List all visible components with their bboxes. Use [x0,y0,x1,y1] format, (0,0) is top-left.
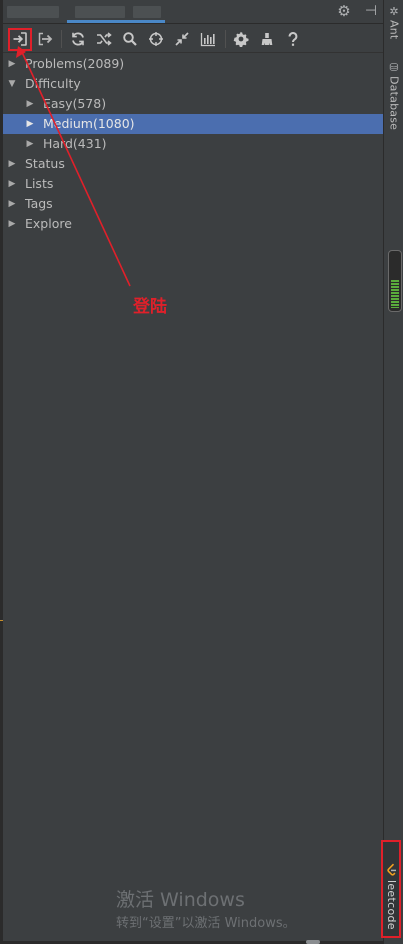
tree-node-label: Explore [25,216,72,231]
tree-node[interactable]: ▶ Explore [3,214,383,234]
tree-node-label: Hard(431) [43,136,107,151]
toolbar-separator [61,30,62,48]
leetcode-tool-window: ⚙ ⊣ ▶ Problems(2089) ▼ Difficulty ▶ Easy… [3,0,383,944]
sign-out-button[interactable] [35,29,55,49]
leetcode-tab-label: leetcode [385,880,398,930]
database-tab-label: Database [387,76,401,131]
tree-node-label: Easy(578) [43,96,107,111]
tree-node-label: Status [25,156,65,171]
tree-node[interactable]: ▶ Easy(578) [3,94,383,114]
tree-node-label: Lists [25,176,54,191]
activation-watermark-subtitle: 转到“设置”以激活 Windows。 [116,916,296,931]
collapsed-arrow-icon[interactable]: ▶ [6,154,18,174]
hide-panel-icon[interactable]: ⊣ [362,2,380,20]
refresh-icon [72,32,84,46]
activation-watermark-title: 激活 Windows [116,889,245,911]
search-button[interactable] [120,29,140,49]
tree-node-label: Difficulty [25,76,81,91]
collapse-icon [175,32,189,46]
ant-tool-tab[interactable]: ✲ Ant [384,5,403,40]
database-icon: ⛁ [389,61,399,74]
statistics-button[interactable] [198,29,218,49]
collapsed-arrow-icon[interactable]: ▶ [6,214,18,234]
memory-indicator-fill [391,280,399,308]
help-button[interactable] [283,29,303,49]
database-tool-tab[interactable]: ⛁ Database [384,61,403,131]
tree-node[interactable]: ▶ Tags [3,194,383,214]
collapsed-arrow-icon[interactable]: ▶ [24,134,36,154]
leetcode-icon [387,863,396,876]
toolbar [3,25,383,53]
tree-node[interactable]: ▶ Status [3,154,383,174]
locate-button[interactable] [146,29,166,49]
collapsed-arrow-icon[interactable]: ▶ [6,174,18,194]
problem-tree: ▶ Problems(2089) ▼ Difficulty ▶ Easy(578) ▶ Med… [3,54,383,234]
collapsed-arrow-icon[interactable]: ▶ [24,94,36,114]
active-tab-underline [67,20,165,23]
random-icon [97,32,112,46]
tool-window-titlebar: ⚙ ⊣ [3,0,383,24]
bottom-scroll-knob[interactable] [306,940,320,944]
clear-cache-button[interactable] [257,29,277,49]
leetcode-tool-tab[interactable]: leetcode [381,840,401,938]
chart-icon [200,33,215,47]
collapsed-arrow-icon[interactable]: ▶ [24,114,36,134]
blurred-tab-title[interactable] [75,6,125,18]
ide-window: ⚙ ⊣ ▶ Problems(2089) ▼ Difficulty ▶ Easy… [0,0,403,944]
collapsed-arrow-icon[interactable]: ▶ [6,194,18,214]
expanded-arrow-icon[interactable]: ▼ [6,74,18,94]
tree-node[interactable]: ▶ Medium(1080) [3,114,383,134]
refresh-button[interactable] [68,29,88,49]
crosshair-icon [149,32,163,46]
ant-icon: ✲ [389,5,399,18]
tree-node[interactable]: ▶ Problems(2089) [3,54,383,74]
search-icon [123,32,137,46]
clear-icon [261,33,273,45]
settings-gear-icon[interactable]: ⚙ [335,2,353,20]
tree-node-label: Medium(1080) [43,116,135,131]
toolbar-separator [225,30,226,48]
tree-node-label: Tags [25,196,53,211]
ant-tab-label: Ant [387,20,401,40]
tree-node[interactable]: ▶ Hard(431) [3,134,383,154]
sign-out-icon [38,32,53,46]
blurred-tab-title-2[interactable] [133,6,161,18]
help-icon [288,32,298,46]
sign-in-highlight-box [8,28,32,51]
tree-node[interactable]: ▼ Difficulty [3,74,383,94]
settings-button[interactable] [231,29,251,49]
tree-node-label: Problems(2089) [25,56,125,71]
gear-icon [233,31,249,47]
collapsed-arrow-icon[interactable]: ▶ [6,54,18,74]
blurred-title [7,6,59,18]
collapse-button[interactable] [172,29,192,49]
annotation-label: 登陆 [133,297,167,317]
right-tool-strip: ✲ Ant ⛁ Database [383,0,403,944]
memory-indicator[interactable] [388,250,402,312]
random-pick-button[interactable] [94,29,114,49]
tree-node[interactable]: ▶ Lists [3,174,383,194]
